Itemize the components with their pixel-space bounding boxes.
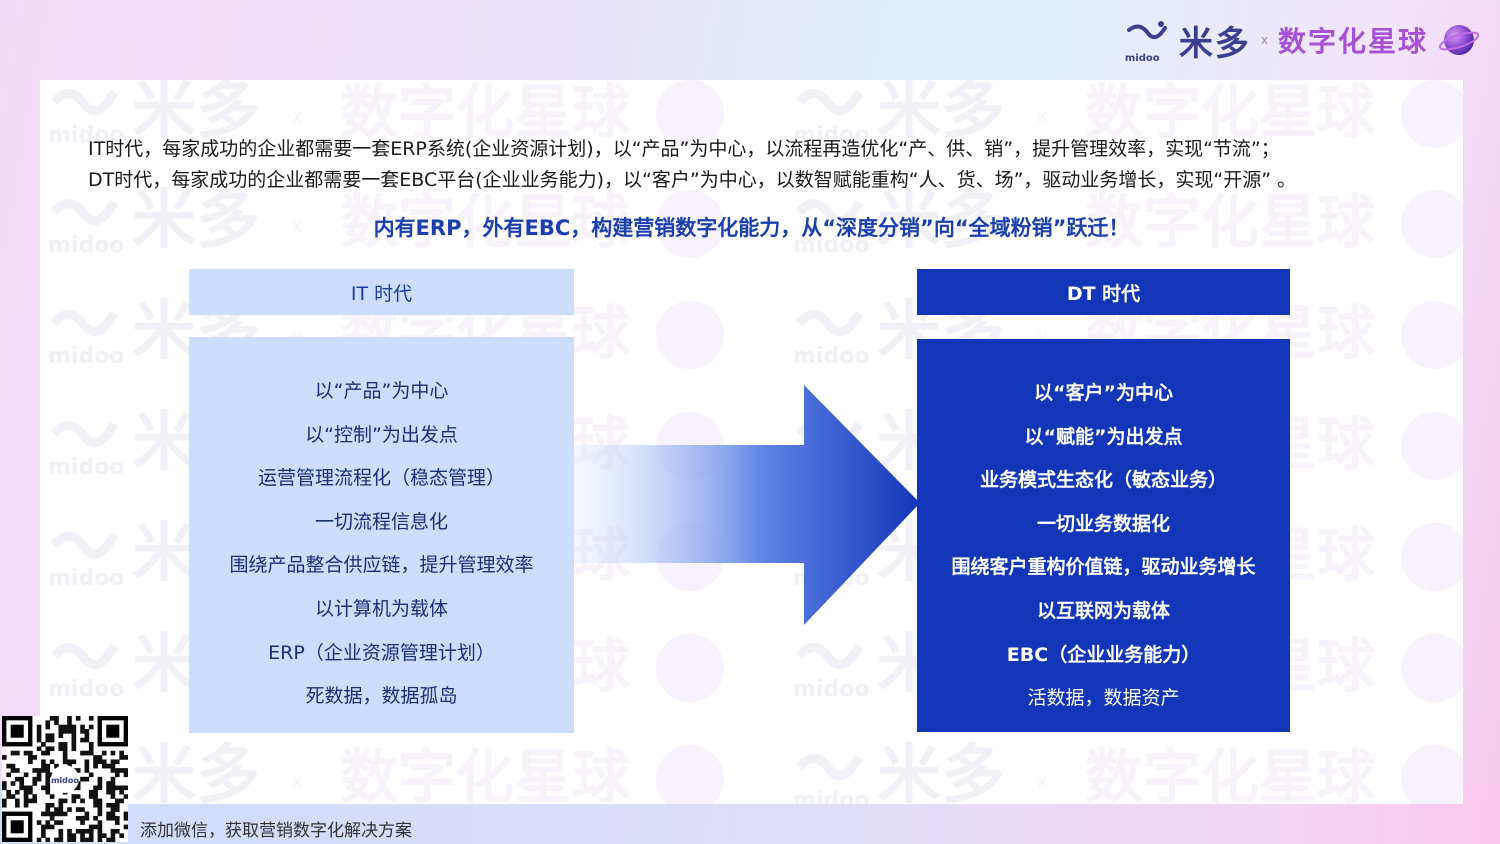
svg-text:数字化星球: 数字化星球 [1085,743,1376,804]
brand-small-label: midoo [1124,53,1160,64]
wechat-qr-code[interactable]: midoo [2,716,128,842]
it-item: 一切流程信息化 [314,510,448,533]
brand-name: 米多 [1178,23,1251,64]
dt-era-list: 以“客户”为中心 以“赋能”为出发点业务模式生态化（敏态业务） 一切业务数据化围绕客… [917,372,1290,721]
transition-arrow-icon [574,385,920,625]
svg-text:数字化星球: 数字化星球 [340,743,631,804]
it-item: ERP（企业资源管理计划） [268,641,495,664]
dt-era-header: DT 时代 [917,269,1290,315]
dt-item: 围绕客户重构价值链，驱动业务增长 [951,556,1256,579]
it-item: 围绕产品整合供应链，提升管理效率 [229,554,534,577]
svg-text:米多: 米多 [132,739,260,804]
dt-item: 以“赋能”为出发点 [1024,425,1183,448]
it-item: 以“控制”为出发点 [305,423,458,446]
headline: 内有ERP，外有EBC，构建营销数字化能力，从“深度分销”向“全域粉销”跃迁！ [373,216,1130,240]
dt-item: 一切业务数据化 [1036,512,1170,535]
it-era-header: IT 时代 [189,269,574,315]
qr-caption: 添加微信，获取营销数字化解决方案 [140,821,412,841]
intro-line-dt: DT时代，每家成功的企业都需要一套EBC平台(企业业务能力)，以“客户”为中心，… [88,169,1297,191]
intro-line-it: IT时代，每家成功的企业都需要一套ERP系统(企业资源计划)，以“产品”为中心，… [88,138,1280,160]
content-card: midoo 米多 x 数字化星球 midoo 米多 x 数字化星球 midoo 米多 x 数字化星球 m… [40,80,1463,804]
dt-era-panel: 以“客户”为中心 以“赋能”为出发点业务模式生态化（敏态业务） 一切业务数据化围绕客… [917,339,1290,732]
header-brand: midoo 米多 x 数字化星球 [1125,18,1480,64]
it-item: 运营管理流程化（稳态管理） [257,467,505,490]
brand-separator: x [1260,33,1268,47]
svg-text:midoo: midoo [48,566,124,591]
it-era-list: 以“产品”为中心 以“控制”为出发点运营管理流程化（稳态管理） 一切流程信息化围绕产… [189,370,574,719]
dt-item: 活数据，数据资产 [1027,687,1180,710]
planet-icon [1438,25,1480,55]
svg-text:x: x [292,106,303,127]
dt-item: EBC（企业业务能力） [1006,643,1201,666]
dt-item: 业务模式生态化（敏态业务） [979,469,1227,492]
svg-text:midoo: midoo [48,455,124,480]
svg-text:midoo: midoo [793,677,869,702]
it-item: 以计算机为载体 [314,597,448,620]
qr-center-label: midoo [51,776,79,785]
svg-text:米多: 米多 [877,739,1005,804]
intro-text: IT时代，每家成功的企业都需要一套ERP系统(企业资源计划)，以“产品”为中心，… [88,134,1428,196]
it-item: 死数据，数据孤岛 [305,685,458,708]
svg-text:midoo: midoo [48,344,124,369]
it-item: 以“产品”为中心 [314,380,449,402]
svg-text:x: x [292,771,303,792]
midoo-logo-icon: midoo [1125,20,1169,64]
dt-item: 以“客户”为中心 [1034,382,1173,404]
qr-code-icon: midoo [2,716,128,842]
partner-name: 数字化星球 [1277,25,1428,58]
svg-text:x: x [1037,771,1048,792]
dt-item: 以互联网为载体 [1036,599,1170,622]
svg-text:midoo: midoo [793,344,869,369]
svg-text:midoo: midoo [48,677,124,702]
svg-text:midoo: midoo [793,788,869,804]
it-era-panel: 以“产品”为中心 以“控制”为出发点运营管理流程化（稳态管理） 一切流程信息化围绕产… [189,337,574,733]
svg-text:x: x [1037,106,1048,127]
watermark-tile: midoo 米多 x 数字化星球 [793,739,1463,804]
watermark-tile: midoo 米多 x 数字化星球 [48,739,724,804]
